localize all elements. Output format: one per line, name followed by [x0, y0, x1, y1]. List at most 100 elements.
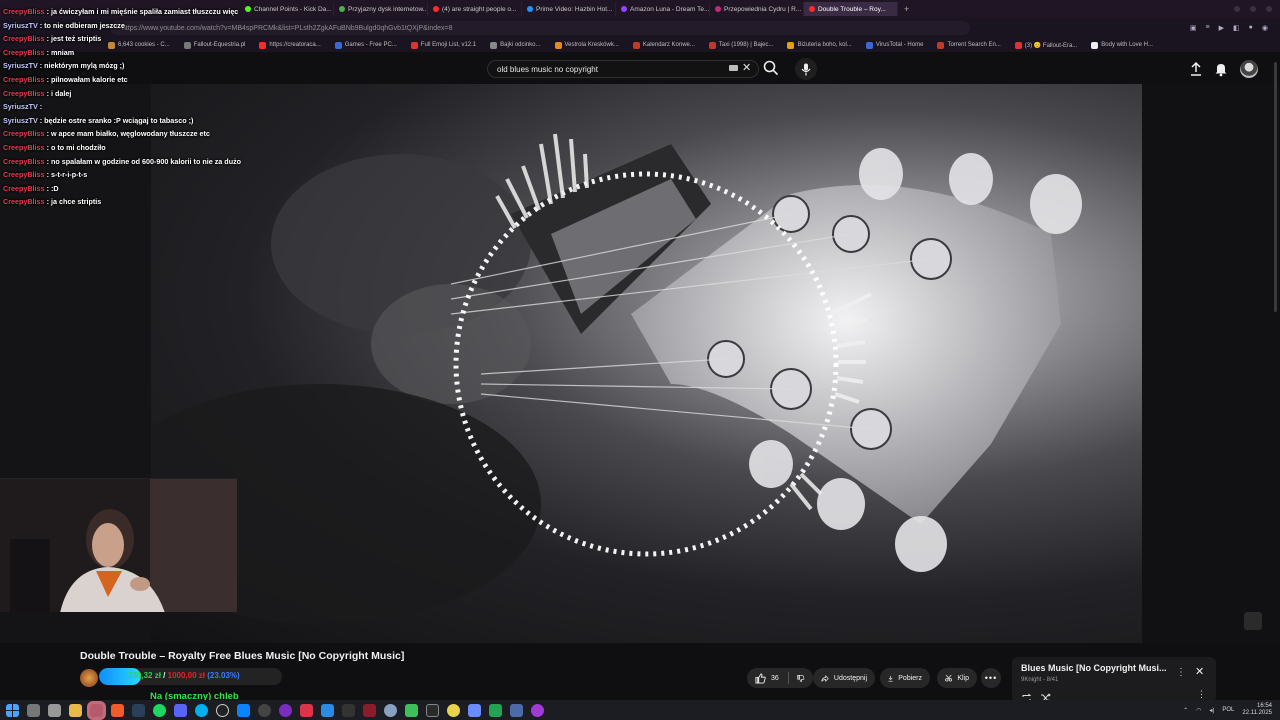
task-view-icon[interactable]	[27, 703, 40, 717]
share-button[interactable]: Udostępnij	[813, 668, 875, 688]
new-tab-button[interactable]: +	[898, 4, 915, 14]
folder-icon[interactable]	[69, 703, 82, 717]
bookmark-item[interactable]: Taxi (1998) | Bajec...	[708, 41, 773, 49]
app-arrow-icon[interactable]	[363, 703, 376, 717]
goal-target-amount: 1000,00 zł	[167, 671, 205, 680]
brave-browser-icon[interactable]	[111, 703, 124, 717]
app-blue-icon[interactable]	[237, 703, 250, 717]
windows-taskbar	[0, 700, 1280, 720]
app-vpn-icon[interactable]	[468, 703, 481, 717]
more-actions-button[interactable]: •••	[981, 668, 1001, 688]
search-icon[interactable]	[762, 59, 780, 82]
bookmark-item[interactable]: Body with Love H...	[1091, 41, 1153, 49]
clip-button[interactable]: Klip	[937, 668, 977, 688]
bookmark-favicon-icon	[865, 41, 873, 49]
file-manager-icon[interactable]	[48, 703, 61, 717]
goal-percent: (23.03%)	[207, 671, 240, 680]
tab-list: Channel Points - Kick Da... Przyjazny dys…	[240, 2, 898, 16]
bookmark-label: Kalendarz Konwe...	[642, 42, 695, 48]
chat-text: : s-t-r-i-p-t-s	[46, 170, 88, 180]
app-green-icon[interactable]	[405, 703, 418, 717]
video-right-panel	[1142, 84, 1280, 643]
page-scrollbar[interactable]	[1274, 62, 1277, 312]
app-red-icon[interactable]	[300, 703, 313, 717]
playlist-close-icon[interactable]: ✕	[1195, 665, 1204, 678]
app-gear-icon[interactable]	[384, 703, 397, 717]
app-active-icon[interactable]	[90, 703, 103, 717]
app-pink-icon[interactable]	[531, 703, 544, 717]
bookmark-item[interactable]: Games - Free PC...	[334, 41, 397, 49]
playlist-title[interactable]: Blues Music [No Copyright Musi...	[1021, 663, 1167, 673]
app-purple-icon[interactable]	[279, 703, 292, 717]
app-dark-icon[interactable]	[342, 703, 355, 717]
steam-icon[interactable]	[132, 703, 145, 717]
menu-icon[interactable]: ≡	[1206, 24, 1210, 32]
discord-icon[interactable]	[174, 703, 187, 717]
bookmark-item[interactable]: (3) 😊 Fallout-Era...	[1014, 41, 1078, 49]
bookmark-favicon-icon	[708, 41, 716, 49]
playlist-more-icon[interactable]: ⋮	[1176, 667, 1186, 678]
chat-message: CreepyBliss : pilnowałam kalorie etc	[3, 73, 303, 87]
bookmark-label: Vestrola Kreskówk...	[564, 42, 619, 48]
profile-icon[interactable]: ◉	[1262, 24, 1268, 32]
vscode-icon[interactable]	[321, 703, 334, 717]
skype-icon[interactable]	[195, 703, 208, 717]
app-yellow-icon[interactable]	[447, 703, 460, 717]
extension-icon[interactable]: ▣	[1190, 24, 1197, 32]
chat-text: : pilnowałam kalorie etc	[46, 74, 128, 84]
windows-start-icon[interactable]	[6, 703, 19, 717]
bookmark-label: VirusTotal - Home	[875, 42, 924, 48]
notifications-bell-icon[interactable]	[1213, 61, 1229, 82]
browser-tab[interactable]: (4) are straight people o...	[428, 2, 522, 16]
sidebar-icon[interactable]: ◧	[1233, 24, 1240, 32]
thumbs-down-icon[interactable]	[797, 673, 805, 684]
upload-icon[interactable]	[1188, 61, 1204, 82]
play-icon[interactable]: ▶	[1219, 24, 1224, 32]
browser-tab[interactable]: Przyjazny dysk internetow...	[334, 2, 428, 16]
bookmark-item[interactable]: Torrent Search En...	[937, 41, 1001, 49]
browser-tab[interactable]: Prime Video: Hazbin Hot...	[522, 2, 616, 16]
spotify-icon[interactable]	[153, 703, 166, 717]
playlist-options-icon[interactable]: ⋮	[1197, 689, 1206, 700]
microphone-icon[interactable]	[795, 58, 817, 80]
stream-overlay-logo-icon	[1244, 612, 1262, 630]
bookmark-item[interactable]: Full Emoji List, v12.1	[410, 41, 476, 49]
bookmark-label: (3) 😊 Fallout-Era...	[1024, 42, 1078, 49]
app-chat-icon[interactable]	[426, 703, 439, 717]
bookmark-favicon-icon	[334, 41, 342, 49]
bookmark-item[interactable]: Kalendarz Konwe...	[632, 41, 695, 49]
browser-tab[interactable]: Double Trouble – Roy...	[804, 2, 898, 16]
browser-toolbar-icons: ▣ ≡ ▶ ◧ ● ◉	[1190, 24, 1280, 32]
clear-search-icon[interactable]: ✕	[742, 61, 751, 74]
app-dot-icon[interactable]	[258, 703, 271, 717]
minimize-button[interactable]	[1234, 6, 1240, 12]
chat-message: CreepyBliss : jest też striptis	[3, 32, 303, 46]
bookmark-item[interactable]: Bajki odcinko...	[490, 41, 541, 49]
bookmark-item[interactable]: Biżuteria boho, kol...	[787, 41, 852, 49]
download-button[interactable]: Pobierz	[880, 668, 930, 688]
donation-goal-text: 230,32 zł / 1000,00 zł (23.03%)	[128, 671, 240, 680]
tray-chevron-icon[interactable]: ⌃	[1183, 707, 1188, 714]
bookmark-item[interactable]: Vestrola Kreskówk...	[554, 41, 619, 49]
language-indicator[interactable]: POL	[1222, 707, 1234, 713]
wifi-icon[interactable]: ◠	[1196, 707, 1201, 714]
bookmark-favicon-icon	[1014, 41, 1022, 49]
streamer-camera-image	[0, 479, 237, 612]
close-window-button[interactable]	[1266, 6, 1272, 12]
taskbar-clock[interactable]: 16:54 22.11.2025	[1242, 703, 1272, 717]
maximize-button[interactable]	[1250, 6, 1256, 12]
browser-tab[interactable]: Amazon Luna - Dream Te...	[616, 2, 710, 16]
channel-avatar[interactable]	[80, 669, 98, 687]
app-photo-icon[interactable]	[489, 703, 502, 717]
keyboard-icon[interactable]	[729, 65, 738, 71]
bookmark-item[interactable]: VirusTotal - Home	[865, 41, 924, 49]
chat-message: SyriuszTV : niektórym mylą mózg ;)	[3, 59, 303, 73]
volume-icon[interactable]: ◂)	[1209, 707, 1214, 714]
wallet-icon[interactable]: ●	[1249, 24, 1253, 32]
obs-icon[interactable]	[216, 703, 229, 717]
like-button[interactable]: 36	[755, 672, 779, 684]
app-monitor-icon[interactable]	[510, 703, 523, 717]
search-input[interactable]: old blues music no copyright	[487, 60, 759, 78]
browser-tab[interactable]: Przepowiednia Cydru | R...	[710, 2, 804, 16]
account-avatar[interactable]	[1240, 60, 1258, 78]
